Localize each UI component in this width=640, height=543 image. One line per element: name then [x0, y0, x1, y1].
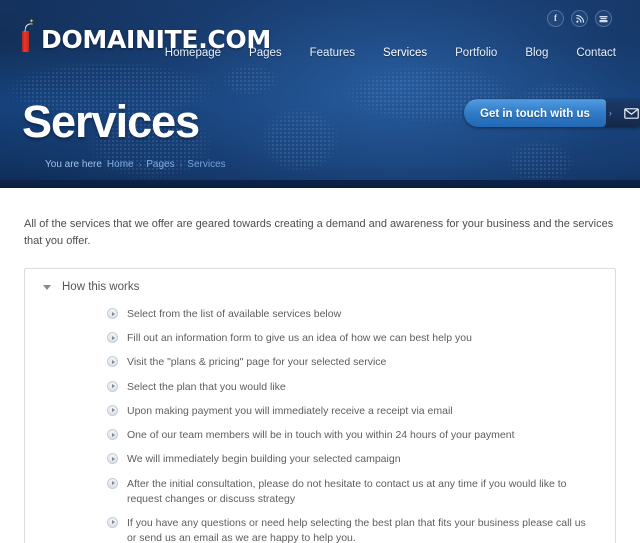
steps-list: Select from the list of available servic… — [37, 307, 603, 543]
breadcrumb-item-services: Services — [187, 159, 226, 170]
envelope-icon[interactable] — [615, 99, 640, 127]
nav-item-blog[interactable]: Blog — [511, 43, 562, 63]
rss-icon[interactable] — [571, 10, 588, 27]
arrow-bullet-icon — [107, 453, 118, 465]
list-item: Upon making payment you will immediately… — [107, 404, 597, 419]
facebook-icon[interactable]: f — [547, 10, 564, 27]
step-text: After the initial consultation, please d… — [127, 477, 567, 505]
page-title: Services — [22, 96, 200, 147]
breadcrumb-item-home[interactable]: Home — [107, 159, 134, 170]
header-bottom-divider — [0, 180, 640, 188]
step-text: Fill out an information form to give us … — [127, 332, 472, 345]
list-item: Fill out an information form to give us … — [107, 331, 597, 346]
how-this-works-label: How this works — [62, 281, 140, 293]
step-text: Visit the "plans & pricing" page for you… — [127, 356, 387, 369]
arrow-bullet-icon — [107, 308, 118, 319]
page-content: All of the services that we offer are ge… — [0, 216, 640, 543]
step-text: Select from the list of available servic… — [127, 308, 342, 320]
arrow-bullet-icon — [107, 332, 118, 344]
arrow-bullet-icon — [107, 477, 118, 489]
arrow-bullet-icon — [107, 380, 118, 392]
social-links: f — [547, 10, 612, 27]
arrow-bullet-icon — [107, 429, 118, 441]
site-header: f ✦ DOMAINITE.COM Homepage Pages Feature… — [0, 0, 640, 188]
arrow-bullet-icon — [107, 356, 118, 368]
chevron-right-icon: › — [608, 108, 612, 118]
nav-item-pages[interactable]: Pages — [235, 43, 296, 63]
breadcrumb-prefix: You are here — [45, 159, 102, 170]
flickr-icon[interactable] — [595, 10, 612, 27]
main-navigation: Homepage Pages Features Services Portfol… — [151, 43, 630, 63]
list-item: We will immediately begin building your … — [107, 452, 597, 467]
list-item: Select from the list of available servic… — [107, 307, 597, 322]
step-text: If you have any questions or need help s… — [127, 516, 586, 543]
list-item: After the initial consultation, please d… — [107, 477, 597, 507]
chevron-down-icon — [43, 284, 51, 290]
step-text: We will immediately begin building your … — [127, 453, 401, 466]
step-text: Select the plan that you would like — [127, 380, 286, 393]
arrow-bullet-icon — [107, 516, 118, 528]
step-text: One of our team members will be in touch… — [127, 429, 515, 442]
dynamite-icon: ✦ — [18, 19, 34, 52]
list-item: If you have any questions or need help s… — [107, 516, 597, 543]
arrow-bullet-icon — [107, 404, 118, 416]
breadcrumb-item-pages[interactable]: Pages — [146, 159, 174, 170]
intro-paragraph: All of the services that we offer are ge… — [24, 218, 614, 247]
nav-item-contact[interactable]: Contact — [562, 43, 630, 63]
get-in-touch-button[interactable]: Get in touch with us — [464, 99, 606, 127]
how-this-works-header[interactable]: How this works — [37, 279, 603, 295]
list-item: Select the plan that you would like — [107, 380, 597, 395]
breadcrumb-separator-icon: › — [179, 160, 183, 169]
step-text: Upon making payment you will immediately… — [127, 404, 453, 417]
nav-item-homepage[interactable]: Homepage — [151, 43, 235, 63]
nav-item-portfolio[interactable]: Portfolio — [441, 43, 511, 63]
nav-item-features[interactable]: Features — [296, 43, 369, 63]
list-item: Visit the "plans & pricing" page for you… — [107, 355, 597, 370]
get-in-touch-cta: Get in touch with us › — [464, 99, 640, 127]
how-this-works-panel: How this works Select from the list of a… — [24, 268, 616, 543]
list-item: One of our team members will be in touch… — [107, 428, 597, 443]
nav-item-services[interactable]: Services — [369, 43, 441, 63]
breadcrumb: You are here Home › Pages › Services — [45, 159, 226, 170]
breadcrumb-separator-icon: › — [138, 160, 142, 169]
